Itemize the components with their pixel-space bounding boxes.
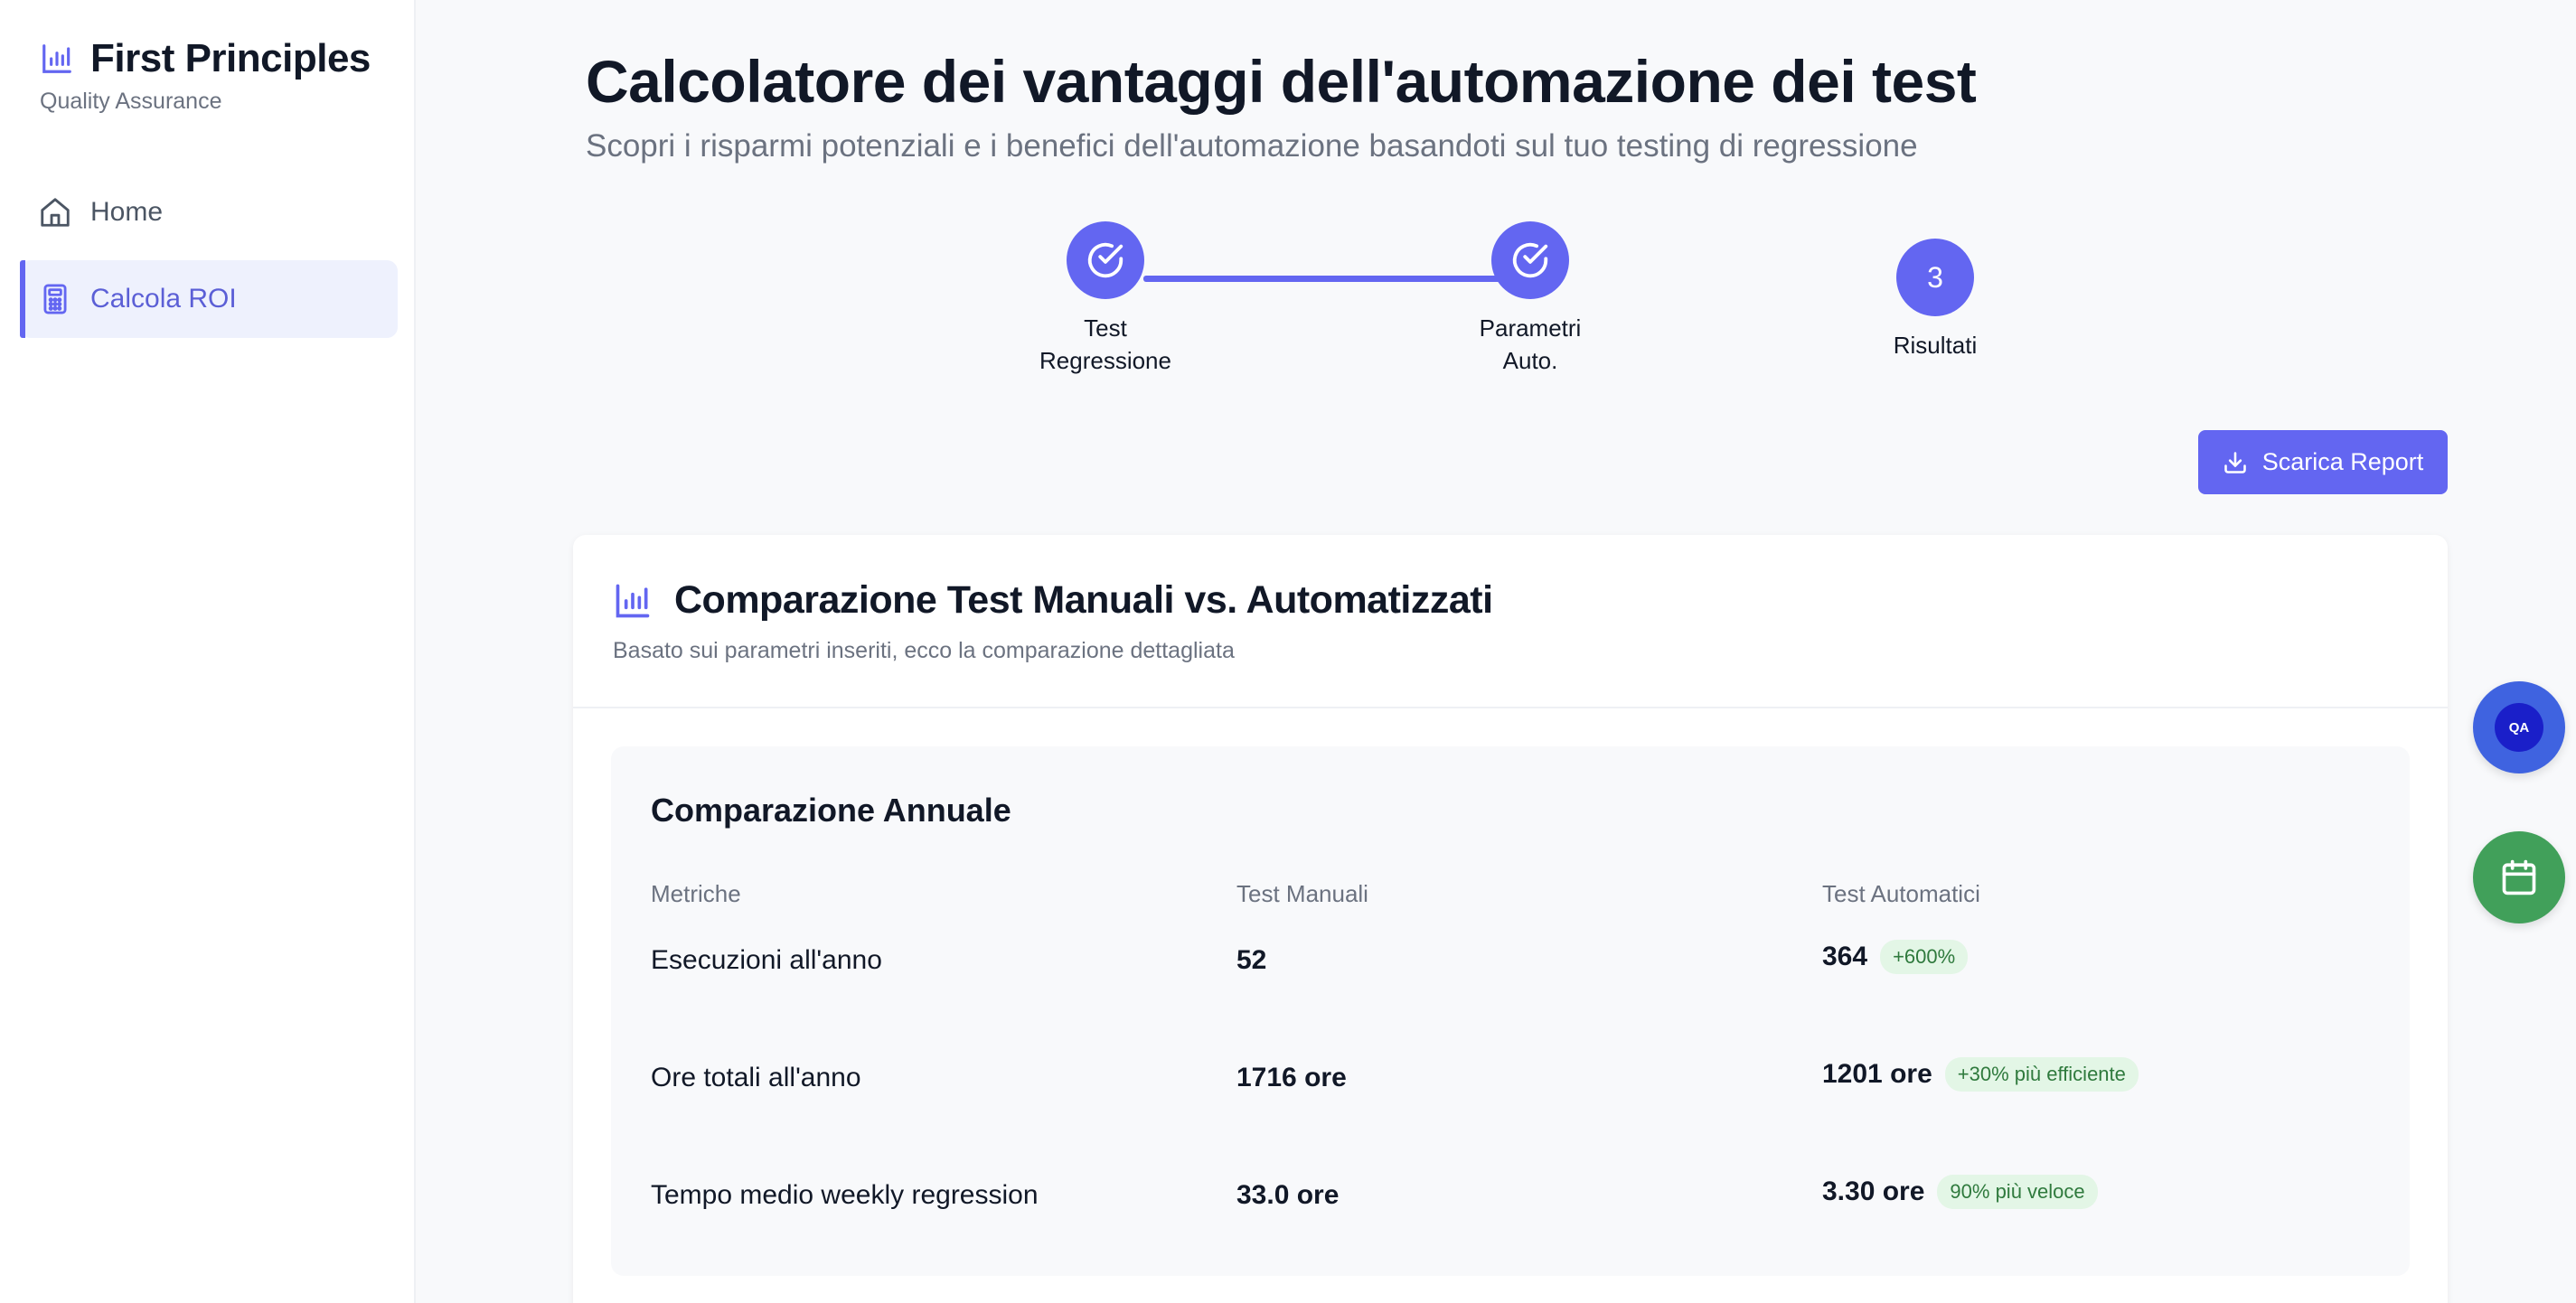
comparison-card: Comparazione Test Manuali vs. Automatizz… (573, 535, 2448, 1303)
brand-title: First Principles (90, 36, 371, 80)
bar-chart-icon (40, 42, 74, 76)
sidebar-item-calcola-roi[interactable]: Calcola ROI (20, 260, 398, 338)
check-circle-icon (1491, 221, 1569, 299)
status-badge: +600% (1880, 940, 1969, 974)
annual-comparison-panel: Comparazione Annuale Metriche Test Manua… (611, 746, 2410, 1276)
table-row-manual-value: 52 (1236, 945, 1267, 975)
table-row-metric: Esecuzioni all'anno (651, 945, 882, 975)
sidebar-item-label: Calcola ROI (90, 284, 237, 314)
column-header-test-manuali: Test Manuali (1236, 880, 1368, 907)
table-row-automated: 3.30 ore 90% più veloce (1822, 1175, 2098, 1209)
card-title: Comparazione Test Manuali vs. Automatizz… (674, 578, 1493, 622)
bar-chart-icon (613, 581, 653, 621)
card-header: Comparazione Test Manuali vs. Automatizz… (573, 535, 2448, 708)
table-row-automated-value: 364 (1822, 942, 1868, 971)
table-row-automated: 364 +600% (1822, 940, 1969, 974)
table-row-manual-value: 1716 ore (1236, 1063, 1347, 1092)
download-icon (2223, 450, 2248, 475)
sidebar-item-label: Home (90, 197, 164, 227)
brand-subtitle: Quality Assurance (40, 89, 222, 114)
column-header-metriche: Metriche (651, 880, 741, 907)
qa-logo-icon: QA (2495, 703, 2543, 752)
brand: First Principles Quality Assurance (40, 36, 371, 115)
download-report-label: Scarica Report (2261, 448, 2424, 475)
status-badge: 90% più veloce (1937, 1175, 2098, 1209)
step-label: Risultati (1893, 332, 1978, 359)
download-report-button[interactable]: Scarica Report (2198, 430, 2448, 494)
sidebar-item-home[interactable]: Home (20, 173, 398, 251)
step-number: 3 (1896, 239, 1974, 316)
step-risultati[interactable]: 3 Risultati (1836, 239, 2035, 361)
app-window: First Principles Quality Assurance Home (0, 0, 2576, 1303)
table-row-automated-value: 3.30 ore (1822, 1176, 1925, 1206)
table-row-manual-value: 33.0 ore (1236, 1180, 1340, 1210)
calendar-button[interactable] (2473, 831, 2565, 923)
calendar-icon (2499, 858, 2539, 897)
sidebar-nav: Home Calcola ROI (20, 173, 398, 347)
step-label: Parametri Auto. (1479, 314, 1582, 374)
progress-stepper: Test Regressione Parametri Auto. 3 Risul… (418, 0, 2576, 398)
step-test-regressione[interactable]: Test Regressione (1006, 221, 1205, 377)
main-content: Calcolatore dei vantaggi dell'automazion… (418, 0, 2576, 1303)
table-row-metric: Tempo medio weekly regression (651, 1180, 1039, 1210)
table-row-automated-value: 1201 ore (1822, 1059, 1932, 1089)
table-row-automated: 1201 ore +30% più efficiente (1822, 1057, 2139, 1092)
step-parametri-auto[interactable]: Parametri Auto. (1431, 221, 1630, 377)
home-icon (38, 195, 72, 230)
status-badge: +30% più efficiente (1944, 1057, 2139, 1092)
sidebar: First Principles Quality Assurance Home (0, 0, 416, 1303)
calculator-icon (38, 282, 72, 316)
column-header-test-automatici: Test Automatici (1822, 880, 1980, 907)
check-circle-icon (1067, 221, 1144, 299)
table-row-metric: Ore totali all'anno (651, 1063, 861, 1092)
qa-chat-button[interactable]: QA (2473, 681, 2565, 773)
card-subtitle: Basato sui parametri inseriti, ecco la c… (613, 638, 1235, 663)
step-label: Test Regressione (1039, 314, 1171, 374)
panel-title: Comparazione Annuale (651, 792, 1011, 829)
